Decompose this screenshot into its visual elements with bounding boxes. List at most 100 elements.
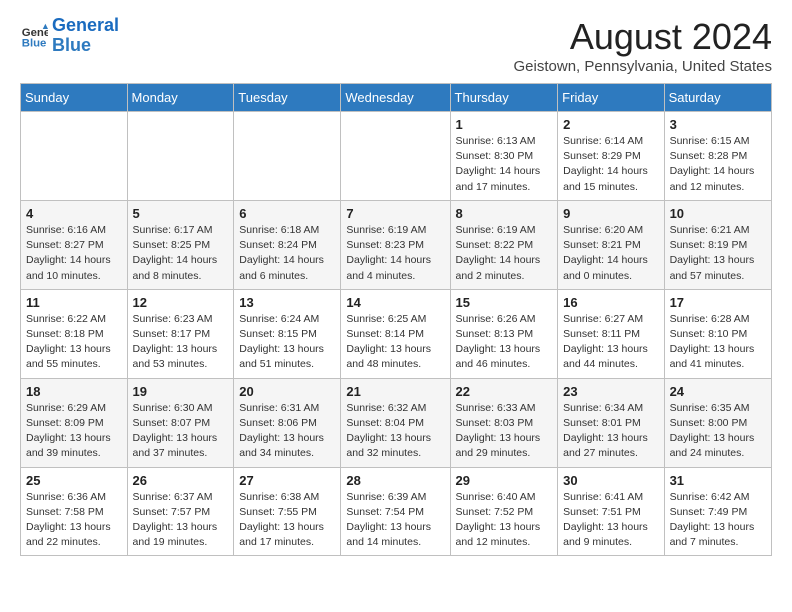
day-info: Sunrise: 6:16 AMSunset: 8:27 PMDaylight:… <box>26 223 122 284</box>
day-info: Sunrise: 6:21 AMSunset: 8:19 PMDaylight:… <box>670 223 766 284</box>
day-info: Sunrise: 6:13 AMSunset: 8:30 PMDaylight:… <box>456 134 553 195</box>
calendar-cell: 25Sunrise: 6:36 AMSunset: 7:58 PMDayligh… <box>21 467 128 556</box>
day-number: 13 <box>239 295 335 310</box>
day-info: Sunrise: 6:41 AMSunset: 7:51 PMDaylight:… <box>563 490 658 551</box>
calendar-week-4: 18Sunrise: 6:29 AMSunset: 8:09 PMDayligh… <box>21 378 772 467</box>
calendar-cell: 18Sunrise: 6:29 AMSunset: 8:09 PMDayligh… <box>21 378 128 467</box>
weekday-header-saturday: Saturday <box>664 84 771 112</box>
svg-text:Blue: Blue <box>22 37 47 49</box>
day-number: 25 <box>26 473 122 488</box>
calendar-cell <box>234 112 341 201</box>
calendar-cell: 21 Sunrise: 6:32 AMSunset: 8:04 PMDayligh… <box>341 378 450 467</box>
day-info: Sunrise: 6:24 AMSunset: 8:15 PMDaylight:… <box>239 312 335 373</box>
day-number: 2 <box>563 117 658 132</box>
day-number: 6 <box>239 206 335 221</box>
day-info: Sunrise: 6:30 AMSunset: 8:07 PMDaylight:… <box>133 401 229 462</box>
day-info: Sunrise: 6:33 AMSunset: 8:03 PMDaylight:… <box>456 401 553 462</box>
calendar-cell: 8Sunrise: 6:19 AMSunset: 8:22 PMDaylight… <box>450 200 558 289</box>
day-info: Sunrise: 6:14 AMSunset: 8:29 PMDaylight:… <box>563 134 658 195</box>
calendar-cell: 31 Sunrise: 6:42 AMSunset: 7:49 PMDayligh… <box>664 467 771 556</box>
day-number: 10 <box>670 206 766 221</box>
calendar-week-1: 1 Sunrise: 6:13 AMSunset: 8:30 PMDaylight… <box>21 112 772 201</box>
day-info: Sunrise: 6:35 AMSunset: 8:00 PMDaylight:… <box>670 401 766 462</box>
calendar-cell: 7 Sunrise: 6:19 AMSunset: 8:23 PMDaylight… <box>341 200 450 289</box>
calendar-cell: 10 Sunrise: 6:21 AMSunset: 8:19 PMDayligh… <box>664 200 771 289</box>
calendar-cell: 28 Sunrise: 6:39 AMSunset: 7:54 PMDayligh… <box>341 467 450 556</box>
calendar-cell: 9 Sunrise: 6:20 AMSunset: 8:21 PMDaylight… <box>558 200 664 289</box>
page-header: General Blue GeneralBlue August 2024 Gei… <box>20 16 772 75</box>
day-info: Sunrise: 6:37 AMSunset: 7:57 PMDaylight:… <box>133 490 229 551</box>
day-info: Sunrise: 6:25 AMSunset: 8:14 PMDaylight:… <box>346 312 444 373</box>
calendar-week-2: 4 Sunrise: 6:16 AMSunset: 8:27 PMDaylight… <box>21 200 772 289</box>
day-info: Sunrise: 6:39 AMSunset: 7:54 PMDaylight:… <box>346 490 444 551</box>
calendar-cell: 26 Sunrise: 6:37 AMSunset: 7:57 PMDayligh… <box>127 467 234 556</box>
weekday-header-row: SundayMondayTuesdayWednesdayThursdayFrid… <box>21 84 772 112</box>
day-info: Sunrise: 6:27 AMSunset: 8:11 PMDaylight:… <box>563 312 658 373</box>
day-number: 28 <box>346 473 444 488</box>
calendar-cell: 4 Sunrise: 6:16 AMSunset: 8:27 PMDaylight… <box>21 200 128 289</box>
day-number: 24 <box>670 384 766 399</box>
calendar-cell <box>341 112 450 201</box>
weekday-header-sunday: Sunday <box>21 84 128 112</box>
location: Geistown, Pennsylvania, United States <box>514 58 772 75</box>
calendar-cell <box>21 112 128 201</box>
day-info: Sunrise: 6:31 AMSunset: 8:06 PMDaylight:… <box>239 401 335 462</box>
calendar-cell: 3 Sunrise: 6:15 AMSunset: 8:28 PMDaylight… <box>664 112 771 201</box>
day-number: 30 <box>563 473 658 488</box>
day-info: Sunrise: 6:34 AMSunset: 8:01 PMDaylight:… <box>563 401 658 462</box>
calendar-cell: 17Sunrise: 6:28 AMSunset: 8:10 PMDayligh… <box>664 289 771 378</box>
calendar-cell: 19Sunrise: 6:30 AMSunset: 8:07 PMDayligh… <box>127 378 234 467</box>
day-number: 26 <box>133 473 229 488</box>
day-info: Sunrise: 6:15 AMSunset: 8:28 PMDaylight:… <box>670 134 766 195</box>
day-info: Sunrise: 6:23 AMSunset: 8:17 PMDaylight:… <box>133 312 229 373</box>
title-area: August 2024 Geistown, Pennsylvania, Unit… <box>514 16 772 75</box>
day-number: 21 <box>346 384 444 399</box>
calendar-cell: 22 Sunrise: 6:33 AMSunset: 8:03 PMDayligh… <box>450 378 558 467</box>
day-number: 1 <box>456 117 553 132</box>
day-number: 5 <box>133 206 229 221</box>
day-info: Sunrise: 6:20 AMSunset: 8:21 PMDaylight:… <box>563 223 658 284</box>
calendar-cell: 6Sunrise: 6:18 AMSunset: 8:24 PMDaylight… <box>234 200 341 289</box>
calendar-table: SundayMondayTuesdayWednesdayThursdayFrid… <box>20 83 772 556</box>
calendar-cell: 5Sunrise: 6:17 AMSunset: 8:25 PMDaylight… <box>127 200 234 289</box>
day-number: 27 <box>239 473 335 488</box>
weekday-header-monday: Monday <box>127 84 234 112</box>
day-number: 12 <box>133 295 229 310</box>
day-info: Sunrise: 6:32 AMSunset: 8:04 PMDaylight:… <box>346 401 444 462</box>
day-number: 3 <box>670 117 766 132</box>
calendar-cell: 30 Sunrise: 6:41 AMSunset: 7:51 PMDayligh… <box>558 467 664 556</box>
calendar-cell: 12 Sunrise: 6:23 AMSunset: 8:17 PMDayligh… <box>127 289 234 378</box>
day-number: 31 <box>670 473 766 488</box>
logo: General Blue GeneralBlue <box>20 16 119 56</box>
day-number: 11 <box>26 295 122 310</box>
day-number: 15 <box>456 295 553 310</box>
weekday-header-tuesday: Tuesday <box>234 84 341 112</box>
month-title: August 2024 <box>514 16 772 58</box>
day-info: Sunrise: 6:29 AMSunset: 8:09 PMDaylight:… <box>26 401 122 462</box>
day-number: 29 <box>456 473 553 488</box>
day-number: 8 <box>456 206 553 221</box>
calendar-week-5: 25Sunrise: 6:36 AMSunset: 7:58 PMDayligh… <box>21 467 772 556</box>
day-info: Sunrise: 6:28 AMSunset: 8:10 PMDaylight:… <box>670 312 766 373</box>
day-number: 9 <box>563 206 658 221</box>
day-number: 14 <box>346 295 444 310</box>
day-number: 23 <box>563 384 658 399</box>
day-number: 20 <box>239 384 335 399</box>
calendar-cell: 15Sunrise: 6:26 AMSunset: 8:13 PMDayligh… <box>450 289 558 378</box>
day-number: 7 <box>346 206 444 221</box>
day-info: Sunrise: 6:19 AMSunset: 8:23 PMDaylight:… <box>346 223 444 284</box>
day-info: Sunrise: 6:38 AMSunset: 7:55 PMDaylight:… <box>239 490 335 551</box>
day-info: Sunrise: 6:42 AMSunset: 7:49 PMDaylight:… <box>670 490 766 551</box>
day-info: Sunrise: 6:40 AMSunset: 7:52 PMDaylight:… <box>456 490 553 551</box>
calendar-week-3: 11Sunrise: 6:22 AMSunset: 8:18 PMDayligh… <box>21 289 772 378</box>
calendar-cell: 24 Sunrise: 6:35 AMSunset: 8:00 PMDayligh… <box>664 378 771 467</box>
calendar-cell: 27 Sunrise: 6:38 AMSunset: 7:55 PMDayligh… <box>234 467 341 556</box>
day-number: 4 <box>26 206 122 221</box>
calendar-cell: 16Sunrise: 6:27 AMSunset: 8:11 PMDayligh… <box>558 289 664 378</box>
weekday-header-thursday: Thursday <box>450 84 558 112</box>
calendar-cell <box>127 112 234 201</box>
calendar-cell: 2 Sunrise: 6:14 AMSunset: 8:29 PMDaylight… <box>558 112 664 201</box>
day-number: 22 <box>456 384 553 399</box>
calendar-cell: 1 Sunrise: 6:13 AMSunset: 8:30 PMDaylight… <box>450 112 558 201</box>
calendar-cell: 14 Sunrise: 6:25 AMSunset: 8:14 PMDayligh… <box>341 289 450 378</box>
